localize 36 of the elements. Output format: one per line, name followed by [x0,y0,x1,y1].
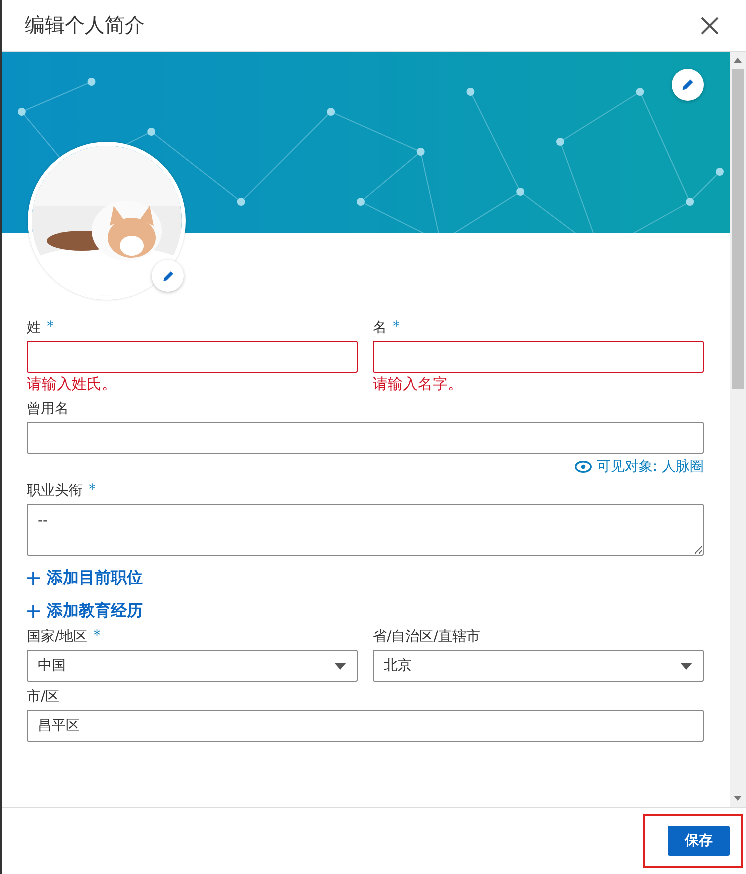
visibility-link[interactable]: 可见对象: 人脉圈 [574,458,704,476]
field-label: 名 [373,319,387,337]
caret-icon [334,662,347,670]
scroll-down-icon[interactable] [734,796,742,801]
pencil-icon [162,270,174,282]
required-mark: * [393,319,400,337]
required-mark: * [89,482,96,500]
field-label: 姓 [27,319,41,337]
field-label: 职业头衔 [27,482,83,500]
field-label: 市/区 [27,688,60,706]
dialog-title: 编辑个人简介 [25,12,145,39]
add-link[interactable]: 添加教育经历 [27,601,704,622]
field-label: 省/自治区/直辖市 [373,628,480,646]
text-field[interactable] [27,341,358,373]
text-area[interactable]: -- [27,504,704,556]
field-label: 曾用名 [27,400,69,418]
edit-photo-button[interactable] [152,260,184,292]
text-field[interactable]: 昌平区 [27,710,704,742]
plus-icon [27,605,40,618]
text-field[interactable] [373,341,704,373]
close-icon[interactable] [700,16,720,36]
text-field[interactable] [27,422,704,454]
field-label: 国家/地区 [27,628,88,646]
caret-icon [680,662,693,670]
error-message: 请输入名字。 [373,375,464,394]
error-message: 请输入姓氏。 [27,375,118,394]
dropdown[interactable]: 中国 [27,650,358,682]
plus-icon [27,572,40,585]
scrollbar[interactable] [730,52,746,807]
dropdown[interactable]: 北京 [373,650,704,682]
add-link[interactable]: 添加目前职位 [27,568,704,589]
save-button[interactable]: 保存 [668,826,730,856]
required-mark: * [47,319,54,337]
required-mark: * [94,628,101,646]
scroll-up-icon[interactable] [734,58,742,63]
eye-icon [574,461,592,473]
